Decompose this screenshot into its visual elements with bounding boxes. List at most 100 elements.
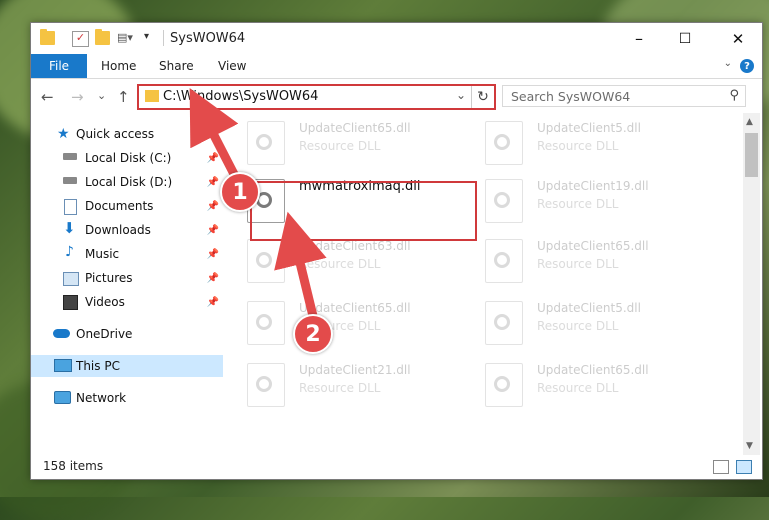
large-icons-view-icon[interactable]: [736, 460, 752, 474]
item-count: 158 items: [43, 459, 104, 473]
pin-icon[interactable]: 📌: [207, 297, 219, 308]
scrollbar-thumb[interactable]: [745, 133, 758, 177]
star-icon: ★: [57, 126, 70, 142]
pin-icon[interactable]: 📌: [207, 273, 219, 284]
dll-file-icon: [485, 363, 523, 407]
file-type: Resource DLL: [537, 381, 619, 395]
file-name: UpdateClient5.dll: [537, 121, 641, 135]
sidebar-item-label: Local Disk (C:): [85, 151, 172, 165]
file-item[interactable]: UpdateClient65.dll Resource DLL: [481, 359, 711, 415]
file-list: UpdateClient65.dll Resource DLL UpdateCl…: [243, 113, 743, 455]
sidebar-item-label: This PC: [76, 359, 120, 373]
quick-access-dropdown-icon[interactable]: ▾: [144, 31, 159, 45]
sidebar-item-music[interactable]: ♪ Music 📌: [31, 243, 223, 265]
sidebar-item-downloads[interactable]: ⬇ Downloads 📌: [31, 219, 223, 241]
sidebar-item-local-disk-c[interactable]: Local Disk (C:) 📌: [31, 147, 223, 169]
sidebar-item-network[interactable]: Network: [31, 387, 223, 409]
sidebar-item-pictures[interactable]: Pictures 📌: [31, 267, 223, 289]
new-folder-icon[interactable]: [95, 29, 110, 45]
tab-file[interactable]: File: [31, 54, 87, 78]
file-name: UpdateClient5.dll: [537, 301, 641, 315]
file-type: Resource DLL: [537, 139, 619, 153]
file-item[interactable]: UpdateClient65.dll Resource DLL: [481, 235, 711, 291]
pin-icon[interactable]: 📌: [207, 153, 219, 164]
disk-icon: [63, 177, 77, 184]
folder-icon: [40, 29, 55, 45]
tab-view[interactable]: View: [218, 59, 246, 73]
file-type: Resource DLL: [299, 381, 381, 395]
pin-icon[interactable]: 📌: [207, 225, 219, 236]
scroll-down-icon[interactable]: ▼: [746, 441, 753, 451]
customize-icon[interactable]: ▤▾: [117, 31, 133, 45]
highlight-box-file: [250, 181, 477, 241]
ribbon-expand-icon[interactable]: ⌄: [724, 58, 732, 69]
properties-icon[interactable]: ✓: [72, 31, 89, 47]
pin-icon[interactable]: 📌: [207, 177, 219, 188]
recent-locations-button[interactable]: ⌄: [97, 89, 106, 102]
folder-icon: [145, 90, 159, 102]
title-divider: [163, 30, 164, 46]
file-item[interactable]: UpdateClient5.dll Resource DLL: [481, 297, 711, 353]
up-button[interactable]: ↑: [117, 88, 130, 106]
file-item[interactable]: UpdateClient63.dll Resource DLL: [243, 235, 473, 291]
file-name: UpdateClient19.dll: [537, 179, 649, 193]
search-icon[interactable]: ⚲: [729, 88, 739, 103]
computer-icon: [54, 359, 72, 372]
download-icon: ⬇: [63, 219, 76, 237]
search-input[interactable]: Search SysWOW64 ⚲: [502, 85, 746, 107]
dll-file-icon: [485, 301, 523, 345]
refresh-button[interactable]: ↻: [471, 86, 494, 108]
file-item[interactable]: UpdateClient21.dll Resource DLL: [243, 359, 473, 415]
dll-file-icon: [247, 121, 285, 165]
cloud-icon: [53, 329, 70, 338]
sidebar-item-label: Network: [76, 391, 127, 405]
details-view-icon[interactable]: [713, 460, 729, 474]
file-type: Resource DLL: [537, 257, 619, 271]
file-type: Resource DLL: [537, 319, 619, 333]
file-explorer-window: ✓ ▤▾ ▾ SysWOW64 – ☐ ✕ File Home Share Vi…: [30, 22, 763, 480]
file-type: Resource DLL: [299, 257, 381, 271]
status-bar: 158 items: [31, 455, 762, 479]
sidebar-item-label: Downloads: [85, 223, 151, 237]
tab-home[interactable]: Home: [101, 59, 136, 73]
scroll-up-icon[interactable]: ▲: [746, 117, 753, 127]
chevron-down-icon[interactable]: ⌄: [456, 88, 466, 102]
step-badge-2: 2: [293, 314, 333, 354]
dll-file-icon: [247, 301, 285, 345]
dll-file-icon: [247, 239, 285, 283]
file-name: UpdateClient65.dll: [537, 363, 649, 377]
file-type: Resource DLL: [299, 139, 381, 153]
vertical-scrollbar[interactable]: ▲ ▼: [743, 113, 760, 455]
maximize-button[interactable]: ☐: [662, 23, 708, 54]
address-text[interactable]: C:\Windows\SysWOW64: [163, 89, 318, 104]
pin-icon[interactable]: 📌: [207, 249, 219, 260]
dll-file-icon: [485, 239, 523, 283]
file-item[interactable]: UpdateClient65.dll Resource DLL: [243, 297, 473, 353]
close-button[interactable]: ✕: [715, 23, 761, 54]
minimize-button[interactable]: –: [616, 23, 662, 54]
sidebar-item-label: Quick access: [76, 127, 155, 141]
sidebar-item-documents[interactable]: Documents 📌: [31, 195, 223, 217]
sidebar-item-videos[interactable]: Videos 📌: [31, 291, 223, 313]
navigation-bar: ← → ⌄ ↑ C:\Windows\SysWOW64 ⌄ ↻ Search S…: [31, 79, 762, 113]
music-icon: ♪: [65, 244, 74, 260]
disk-icon: [63, 153, 77, 160]
sidebar-item-quick-access[interactable]: ★ Quick access: [31, 123, 223, 145]
pin-icon[interactable]: 📌: [207, 201, 219, 212]
forward-button[interactable]: →: [71, 88, 84, 106]
sidebar-item-label: OneDrive: [76, 327, 133, 341]
sidebar-item-this-pc[interactable]: This PC: [31, 355, 223, 377]
file-type: Resource DLL: [537, 197, 619, 211]
file-item[interactable]: UpdateClient65.dll Resource DLL: [243, 117, 473, 173]
address-bar[interactable]: C:\Windows\SysWOW64 ⌄ ↻: [137, 84, 496, 110]
file-name: UpdateClient65.dll: [299, 121, 411, 135]
ribbon-tabs: File Home Share View ⌄ ?: [31, 54, 762, 79]
help-button[interactable]: ?: [740, 59, 754, 73]
file-item[interactable]: UpdateClient19.dll Resource DLL: [481, 175, 711, 231]
file-item[interactable]: UpdateClient5.dll Resource DLL: [481, 117, 711, 173]
back-button[interactable]: ←: [41, 88, 54, 106]
tab-share[interactable]: Share: [159, 59, 194, 73]
sidebar-item-onedrive[interactable]: OneDrive: [31, 323, 223, 345]
sidebar-item-label: Documents: [85, 199, 154, 213]
sidebar-item-local-disk-d[interactable]: Local Disk (D:) 📌: [31, 171, 223, 193]
